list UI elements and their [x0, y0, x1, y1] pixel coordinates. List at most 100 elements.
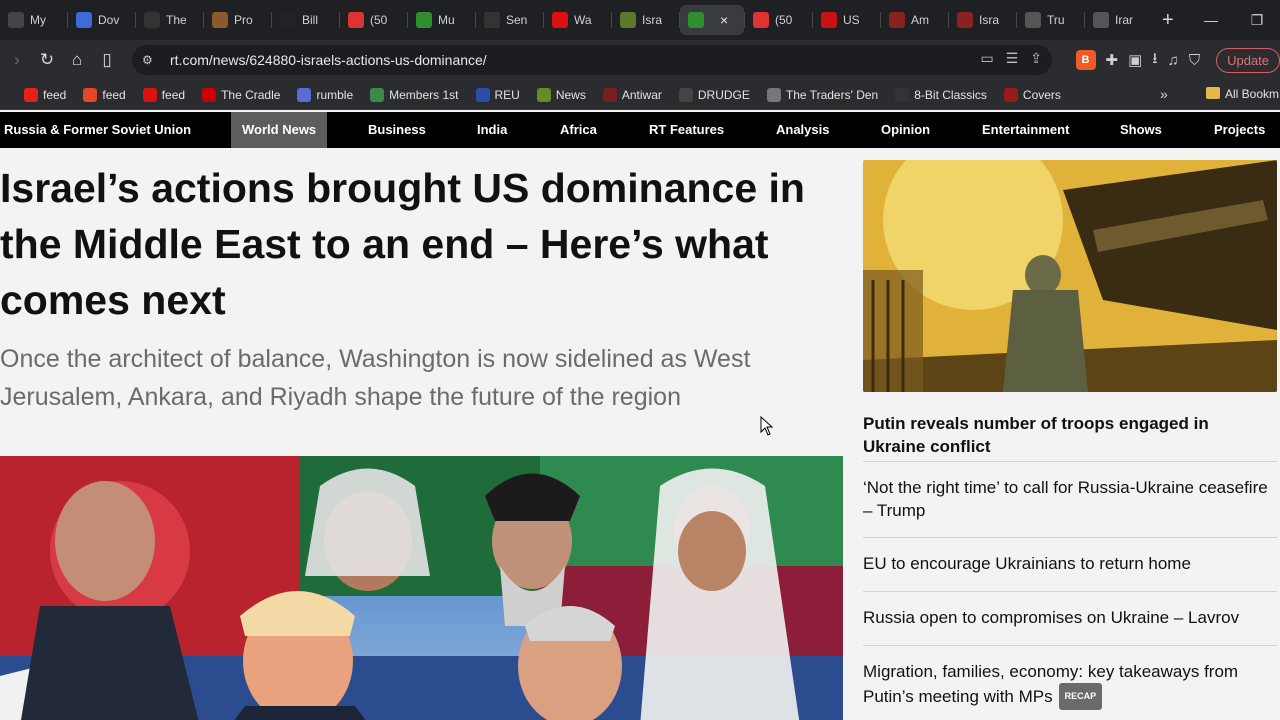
- browser-tab[interactable]: Irar: [1085, 5, 1152, 35]
- circle-icon: [280, 12, 296, 28]
- site-navigation: Russia & Former Soviet Union World News Bu…: [0, 112, 1280, 148]
- bookmark-item[interactable]: Antiwar: [602, 87, 662, 102]
- sidebar-news-item[interactable]: ‘Not the right time’ to call for Russia-…: [863, 461, 1277, 522]
- nav-link[interactable]: RT Features: [649, 112, 724, 148]
- browser-tab[interactable]: (50: [745, 5, 812, 35]
- tab-title: Tru: [1047, 13, 1065, 27]
- reader-mode-icon[interactable]: ☰: [1006, 50, 1019, 67]
- page-content: Israel’s actions brought US dominance in…: [0, 148, 1280, 720]
- browser-tab[interactable]: Bill: [272, 5, 339, 35]
- recap-badge: RECAP: [1058, 683, 1103, 710]
- bookmarks-bar: feed feed feed The Cradle rumble Members 1st R…: [0, 80, 1280, 110]
- url-text: rt.com/news/624880-israels-actions-us-do…: [170, 52, 487, 68]
- tab-title: My: [30, 13, 46, 27]
- omnibox-actions: ▭ ☰ ⇪: [980, 50, 1042, 67]
- address-bar[interactable]: ⚙ rt.com/news/624880-israels-actions-us-…: [132, 45, 1052, 75]
- browser-tab[interactable]: Sen: [476, 5, 543, 35]
- brave-shields-icon[interactable]: B: [1075, 50, 1096, 70]
- browser-tab[interactable]: Isra: [949, 5, 1016, 35]
- close-tab-icon[interactable]: ×: [720, 12, 728, 28]
- more-bookmarks-icon[interactable]: »: [1160, 86, 1168, 102]
- bookmark-item[interactable]: DRUDGE: [678, 87, 750, 102]
- browser-tab[interactable]: (50: [340, 5, 407, 35]
- tab-title: US: [843, 13, 860, 27]
- browser-tab[interactable]: Am: [881, 5, 948, 35]
- nav-link[interactable]: Shows: [1120, 112, 1162, 148]
- new-tab-button[interactable]: +: [1152, 9, 1184, 32]
- tab-title: Irar: [1115, 13, 1133, 27]
- featured-story-title[interactable]: Putin reveals number of troops engaged i…: [863, 412, 1263, 458]
- browser-tab[interactable]: Pro: [204, 5, 271, 35]
- forward-icon[interactable]: ›: [2, 45, 32, 75]
- bookmark-item[interactable]: REU: [475, 87, 520, 102]
- bookmark-item[interactable]: The Cradle: [202, 87, 280, 102]
- all-bookmarks-button[interactable]: All Bookm: [1206, 87, 1279, 101]
- sidebar-news-item[interactable]: EU to encourage Ukrainians to return hom…: [863, 537, 1277, 575]
- browser-tab[interactable]: Wa: [544, 5, 611, 35]
- sidebar-news-item[interactable]: Migration, families, economy: key takeaw…: [863, 645, 1277, 710]
- bookmark-item[interactable]: Members 1st: [370, 87, 459, 102]
- wallet-icon[interactable]: ▣: [1128, 51, 1142, 69]
- news-item-title: Migration, families, economy: key takeaw…: [863, 662, 1239, 706]
- nav-link[interactable]: Projects: [1214, 112, 1265, 148]
- tab-title: (50: [775, 13, 793, 27]
- bookmark-item[interactable]: feed: [142, 87, 185, 102]
- browser-tab[interactable]: The: [136, 5, 203, 35]
- bookmark-item[interactable]: feed: [83, 87, 126, 102]
- bookmark-label: feed: [43, 87, 67, 102]
- bookmark-label: Antiwar: [621, 87, 662, 102]
- bookmark-label: REU: [494, 87, 520, 102]
- youtube-icon: [348, 12, 364, 28]
- rt-icon: [688, 12, 704, 28]
- bookmark-label: rumble: [316, 87, 354, 102]
- bookmark-item[interactable]: Covers: [1003, 87, 1061, 102]
- bookmark-label: feed: [102, 87, 126, 102]
- folder-icon: [1206, 87, 1220, 99]
- media-icon[interactable]: ♫: [1168, 52, 1179, 69]
- browser-tab[interactable]: US: [813, 5, 880, 35]
- nav-link[interactable]: Entertainment: [982, 112, 1069, 148]
- bookmark-page-icon[interactable]: ▯: [92, 45, 122, 75]
- bookmark-item[interactable]: 8-Bit Classics: [895, 87, 987, 102]
- restore-icon[interactable]: ❐: [1234, 12, 1280, 29]
- flag-icon: [297, 87, 312, 102]
- sidebar-news-item[interactable]: Russia open to compromises on Ukraine – …: [863, 591, 1277, 629]
- featured-story-image[interactable]: [863, 160, 1277, 392]
- nav-link[interactable]: Russia & Former Soviet Union: [4, 112, 191, 148]
- nav-link[interactable]: India: [477, 112, 507, 148]
- download-icon[interactable]: ⭳: [1152, 48, 1157, 73]
- flag-icon: [957, 12, 973, 28]
- reload-icon[interactable]: ↻: [32, 45, 62, 75]
- nav-link[interactable]: Analysis: [776, 112, 829, 148]
- bookmark-item[interactable]: feed: [24, 87, 67, 102]
- browser-tab[interactable]: Mu: [408, 5, 475, 35]
- minimize-icon[interactable]: —: [1188, 12, 1234, 28]
- person-icon: [1025, 12, 1041, 28]
- nav-link[interactable]: Opinion: [881, 112, 930, 148]
- bookmark-item[interactable]: rumble: [297, 87, 354, 102]
- browser-tab[interactable]: Tru: [1017, 5, 1084, 35]
- browser-tab[interactable]: My: [0, 5, 67, 35]
- browser-tab[interactable]: Dov: [68, 5, 135, 35]
- article-hero-image[interactable]: [0, 456, 843, 720]
- cast-icon[interactable]: ▭: [980, 50, 993, 67]
- nav-link[interactable]: World News: [231, 112, 328, 148]
- bookmark-item[interactable]: News: [536, 87, 586, 102]
- flag-icon: [602, 87, 617, 102]
- bookmark-label: News: [555, 87, 586, 102]
- home-icon[interactable]: ⌂: [62, 45, 92, 75]
- share-icon[interactable]: ⇪: [1030, 50, 1042, 67]
- vpn-icon[interactable]: ⛉: [1189, 52, 1200, 69]
- site-info-icon[interactable]: ⚙: [142, 53, 158, 67]
- person-icon: [484, 12, 500, 28]
- browser-tab[interactable]: ×: [680, 5, 744, 35]
- browser-tab[interactable]: Isra: [612, 5, 679, 35]
- nav-link[interactable]: Business: [368, 112, 426, 148]
- nav-link[interactable]: Africa: [560, 112, 597, 148]
- extensions-icon[interactable]: ✚: [1106, 51, 1119, 69]
- update-button[interactable]: Update: [1216, 47, 1280, 73]
- tab-title: The: [166, 13, 187, 27]
- hero-illustration: [0, 456, 843, 720]
- bookmark-item[interactable]: The Traders' Den: [766, 87, 878, 102]
- c-icon: [202, 87, 217, 102]
